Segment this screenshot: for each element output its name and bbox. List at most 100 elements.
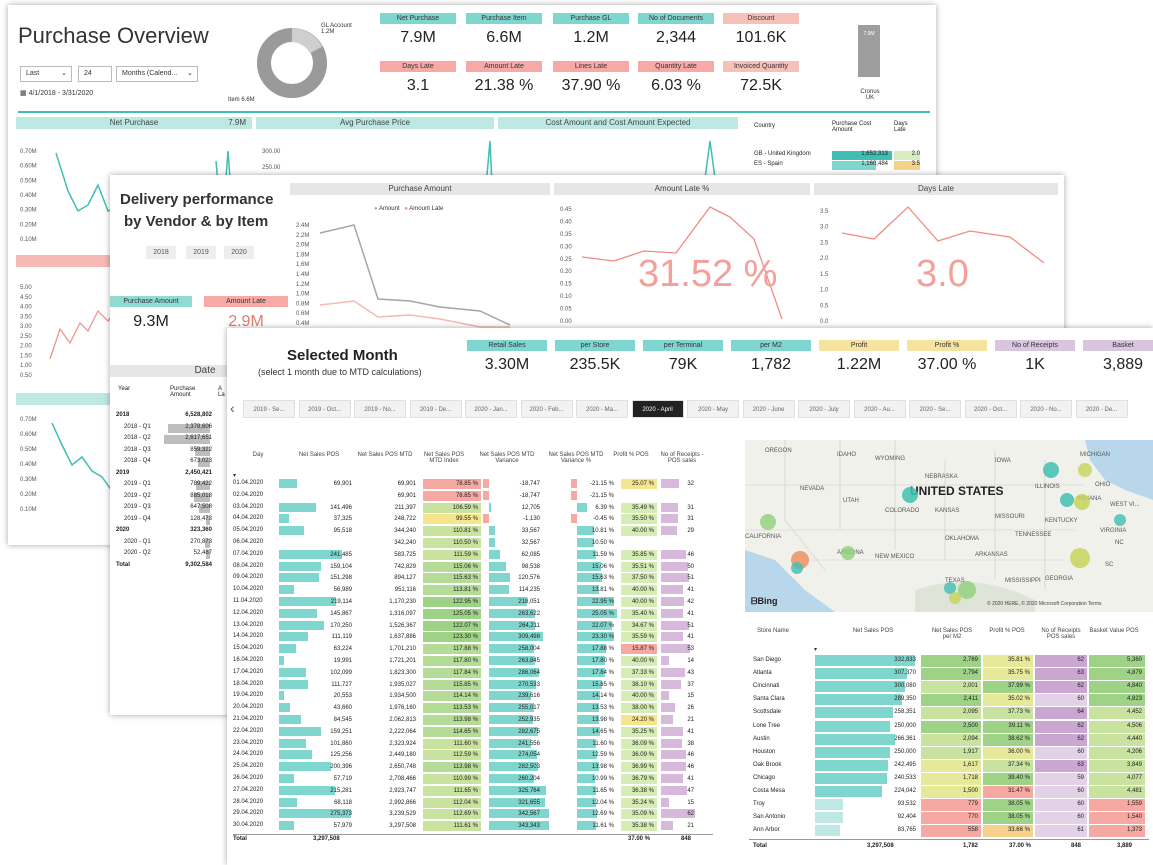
axis-tick-label: 2.5: [820, 240, 829, 246]
month-tile[interactable]: 2019 - No...: [354, 400, 406, 418]
store-col-header[interactable]: Profit % POS: [983, 628, 1031, 634]
month-tile[interactable]: 2020 - De...: [1075, 400, 1128, 418]
receipts-cell: [661, 490, 697, 502]
delivery-title-line2: by Vendor & by Item: [124, 213, 269, 230]
month-tile[interactable]: 2019 - De...: [409, 400, 462, 418]
sales-map[interactable]: OREGON IDAHO WYOMING IOWA MICHIGAN NEVADA UTAH…: [745, 440, 1153, 612]
mtd-index-cell: 99.55 %: [455, 516, 478, 523]
month-tile[interactable]: 2020 - Au...: [853, 400, 906, 418]
store-basket-cell: 4,506: [1126, 722, 1142, 729]
map-bubble-scottsdale[interactable]: [841, 546, 855, 560]
month-tile[interactable]: 2020 - April: [631, 400, 684, 418]
profit-pct-cell: 40.00 %: [631, 658, 654, 664]
kpi-label: Invoiced Quantity: [723, 61, 799, 72]
store-name[interactable]: Scottsdale: [753, 709, 781, 715]
store-name[interactable]: San Antonio: [753, 814, 785, 820]
store-name[interactable]: Austin: [753, 736, 770, 742]
daily-col-header[interactable]: Net Sales POS MTD Index: [417, 452, 471, 464]
daily-col-header[interactable]: Net Sales POS MTD Variance %: [543, 452, 609, 464]
period-unit-dropdown[interactable]: Months (Calend... ⌄: [116, 66, 198, 82]
axis-tick-label: 2.0M: [296, 243, 309, 249]
net-sales-cell: 69,901: [333, 481, 352, 487]
date-row-label[interactable]: 2019 - Q1: [124, 481, 151, 487]
date-row-label[interactable]: 2018 - Q1: [124, 424, 151, 430]
store-col-header[interactable]: Store Name: [757, 628, 817, 634]
month-tile[interactable]: 2020 - Jan...: [465, 400, 517, 418]
month-tile[interactable]: 2020 - No...: [1020, 400, 1072, 418]
daily-col-header[interactable]: Net Sales POS: [285, 452, 353, 458]
date-row-label[interactable]: 2019 - Q3: [124, 504, 151, 510]
day-cell: 08.04.2020: [233, 562, 264, 569]
map-bubble-atlanta[interactable]: [1070, 548, 1090, 568]
receipts-cell: 47: [687, 787, 694, 794]
legend-late-dot: ●: [404, 206, 408, 212]
date-row-label[interactable]: 2019 - Q2: [124, 493, 151, 499]
map-bubble-costa-mesa[interactable]: [791, 562, 803, 574]
month-tile[interactable]: 2020 - Se...: [909, 400, 961, 418]
map-bubble-santa-clara[interactable]: [760, 514, 776, 530]
store-col-header[interactable]: Net Sales POS per M2: [927, 628, 977, 640]
date-row-label[interactable]: 2019: [116, 470, 129, 476]
purchase-amount-legend: ● Amount ● Amount Late: [374, 206, 443, 212]
store-col-header[interactable]: Basket Value POS: [1089, 628, 1139, 634]
month-tile[interactable]: 2019 - Se...: [243, 400, 295, 418]
date-row-label[interactable]: 2020 - Q1: [124, 539, 151, 545]
store-profit-cell: 35.02 %: [1007, 696, 1030, 703]
date-row-label[interactable]: 2020: [116, 527, 129, 533]
month-tile[interactable]: 2020 - Oct...: [964, 400, 1017, 418]
store-name[interactable]: Santa Clara: [753, 696, 785, 702]
map-bubble-lone-tree[interactable]: [902, 487, 918, 503]
store-name[interactable]: Lone Tree: [753, 723, 780, 729]
month-tile[interactable]: 2020 - June: [742, 400, 795, 418]
mtd-index-cell: 112.04 %: [453, 799, 478, 806]
map-bubble-cincinnati[interactable]: [1074, 494, 1090, 510]
store-name[interactable]: Oak Brook: [753, 762, 781, 768]
map-bubble-chicago[interactable]: [1043, 462, 1059, 478]
date-row-label[interactable]: 2019 - Q4: [124, 516, 151, 522]
year-button-2018[interactable]: 2018: [146, 246, 176, 259]
store-name[interactable]: Chicago: [753, 775, 775, 781]
year-button-2020[interactable]: 2020: [224, 246, 254, 259]
store-sales-cell: 250,000: [894, 722, 916, 729]
daily-col-header[interactable]: Day: [243, 452, 273, 458]
year-button-2019[interactable]: 2019: [186, 246, 216, 259]
month-tile[interactable]: 2019 - Oct...: [298, 400, 351, 418]
date-row-label[interactable]: Total: [116, 562, 130, 568]
avg-price-title: Avg Purchase Price: [256, 117, 494, 129]
store-name[interactable]: Ann Arbor: [753, 827, 780, 833]
store-name[interactable]: Atlanta: [753, 670, 772, 676]
date-row-label[interactable]: 2018 - Q2: [124, 435, 151, 441]
map-bubble-oak-brook[interactable]: [1060, 493, 1074, 507]
daily-col-header[interactable]: Profit % POS: [611, 452, 651, 458]
mtd-index-cell: 122.95 %: [452, 599, 478, 605]
store-name[interactable]: Costa Mesa: [753, 788, 785, 794]
date-row-label[interactable]: 2018: [116, 412, 129, 418]
store-col-header[interactable]: Net Sales POS: [839, 628, 907, 634]
date-row-label[interactable]: 2018 - Q3: [124, 447, 151, 453]
net-purchase-value: 7.9M: [228, 118, 246, 127]
period-dropdown[interactable]: Last ⌄: [20, 66, 72, 82]
daily-col-header[interactable]: Net Sales POS MTD Variance: [475, 452, 539, 464]
month-tile[interactable]: 2020 - Feb...: [520, 400, 573, 418]
mtd-index-cell: 111.61 %: [453, 823, 478, 830]
store-col-header[interactable]: No of Receipts POS sales: [1035, 628, 1087, 640]
store-name[interactable]: San Diego: [753, 657, 781, 663]
store-name[interactable]: Cincinnati: [753, 683, 779, 689]
store-name[interactable]: Houston: [753, 749, 775, 755]
date-row-label[interactable]: 2018 - Q4: [124, 458, 151, 464]
map-bubble-san-antonio[interactable]: [949, 592, 961, 604]
month-scroll-left-icon[interactable]: ‹: [230, 400, 235, 416]
month-tile[interactable]: 2020 - July: [798, 400, 850, 418]
map-copyright[interactable]: © 2020 HERE, © 2020 Microsoft Corporatio…: [987, 601, 1102, 607]
map-bubble-troy[interactable]: [1078, 463, 1092, 477]
daily-col-header[interactable]: Net Sales POS MTD: [357, 452, 413, 458]
map-bubble-ann-arbor[interactable]: [1114, 514, 1126, 526]
day-cell: 19.04.2020: [233, 692, 264, 699]
daily-col-header[interactable]: No of Receipts - POS sales: [655, 452, 709, 464]
date-row-label[interactable]: 2020 - Q2: [124, 550, 151, 556]
date-row-value: 2,378,606: [185, 423, 212, 430]
period-count-input[interactable]: 24: [78, 66, 112, 82]
store-name[interactable]: Troy: [753, 801, 765, 807]
month-tile[interactable]: 2020 - May: [687, 400, 739, 418]
month-tile[interactable]: 2020 - Ma...: [576, 400, 628, 418]
